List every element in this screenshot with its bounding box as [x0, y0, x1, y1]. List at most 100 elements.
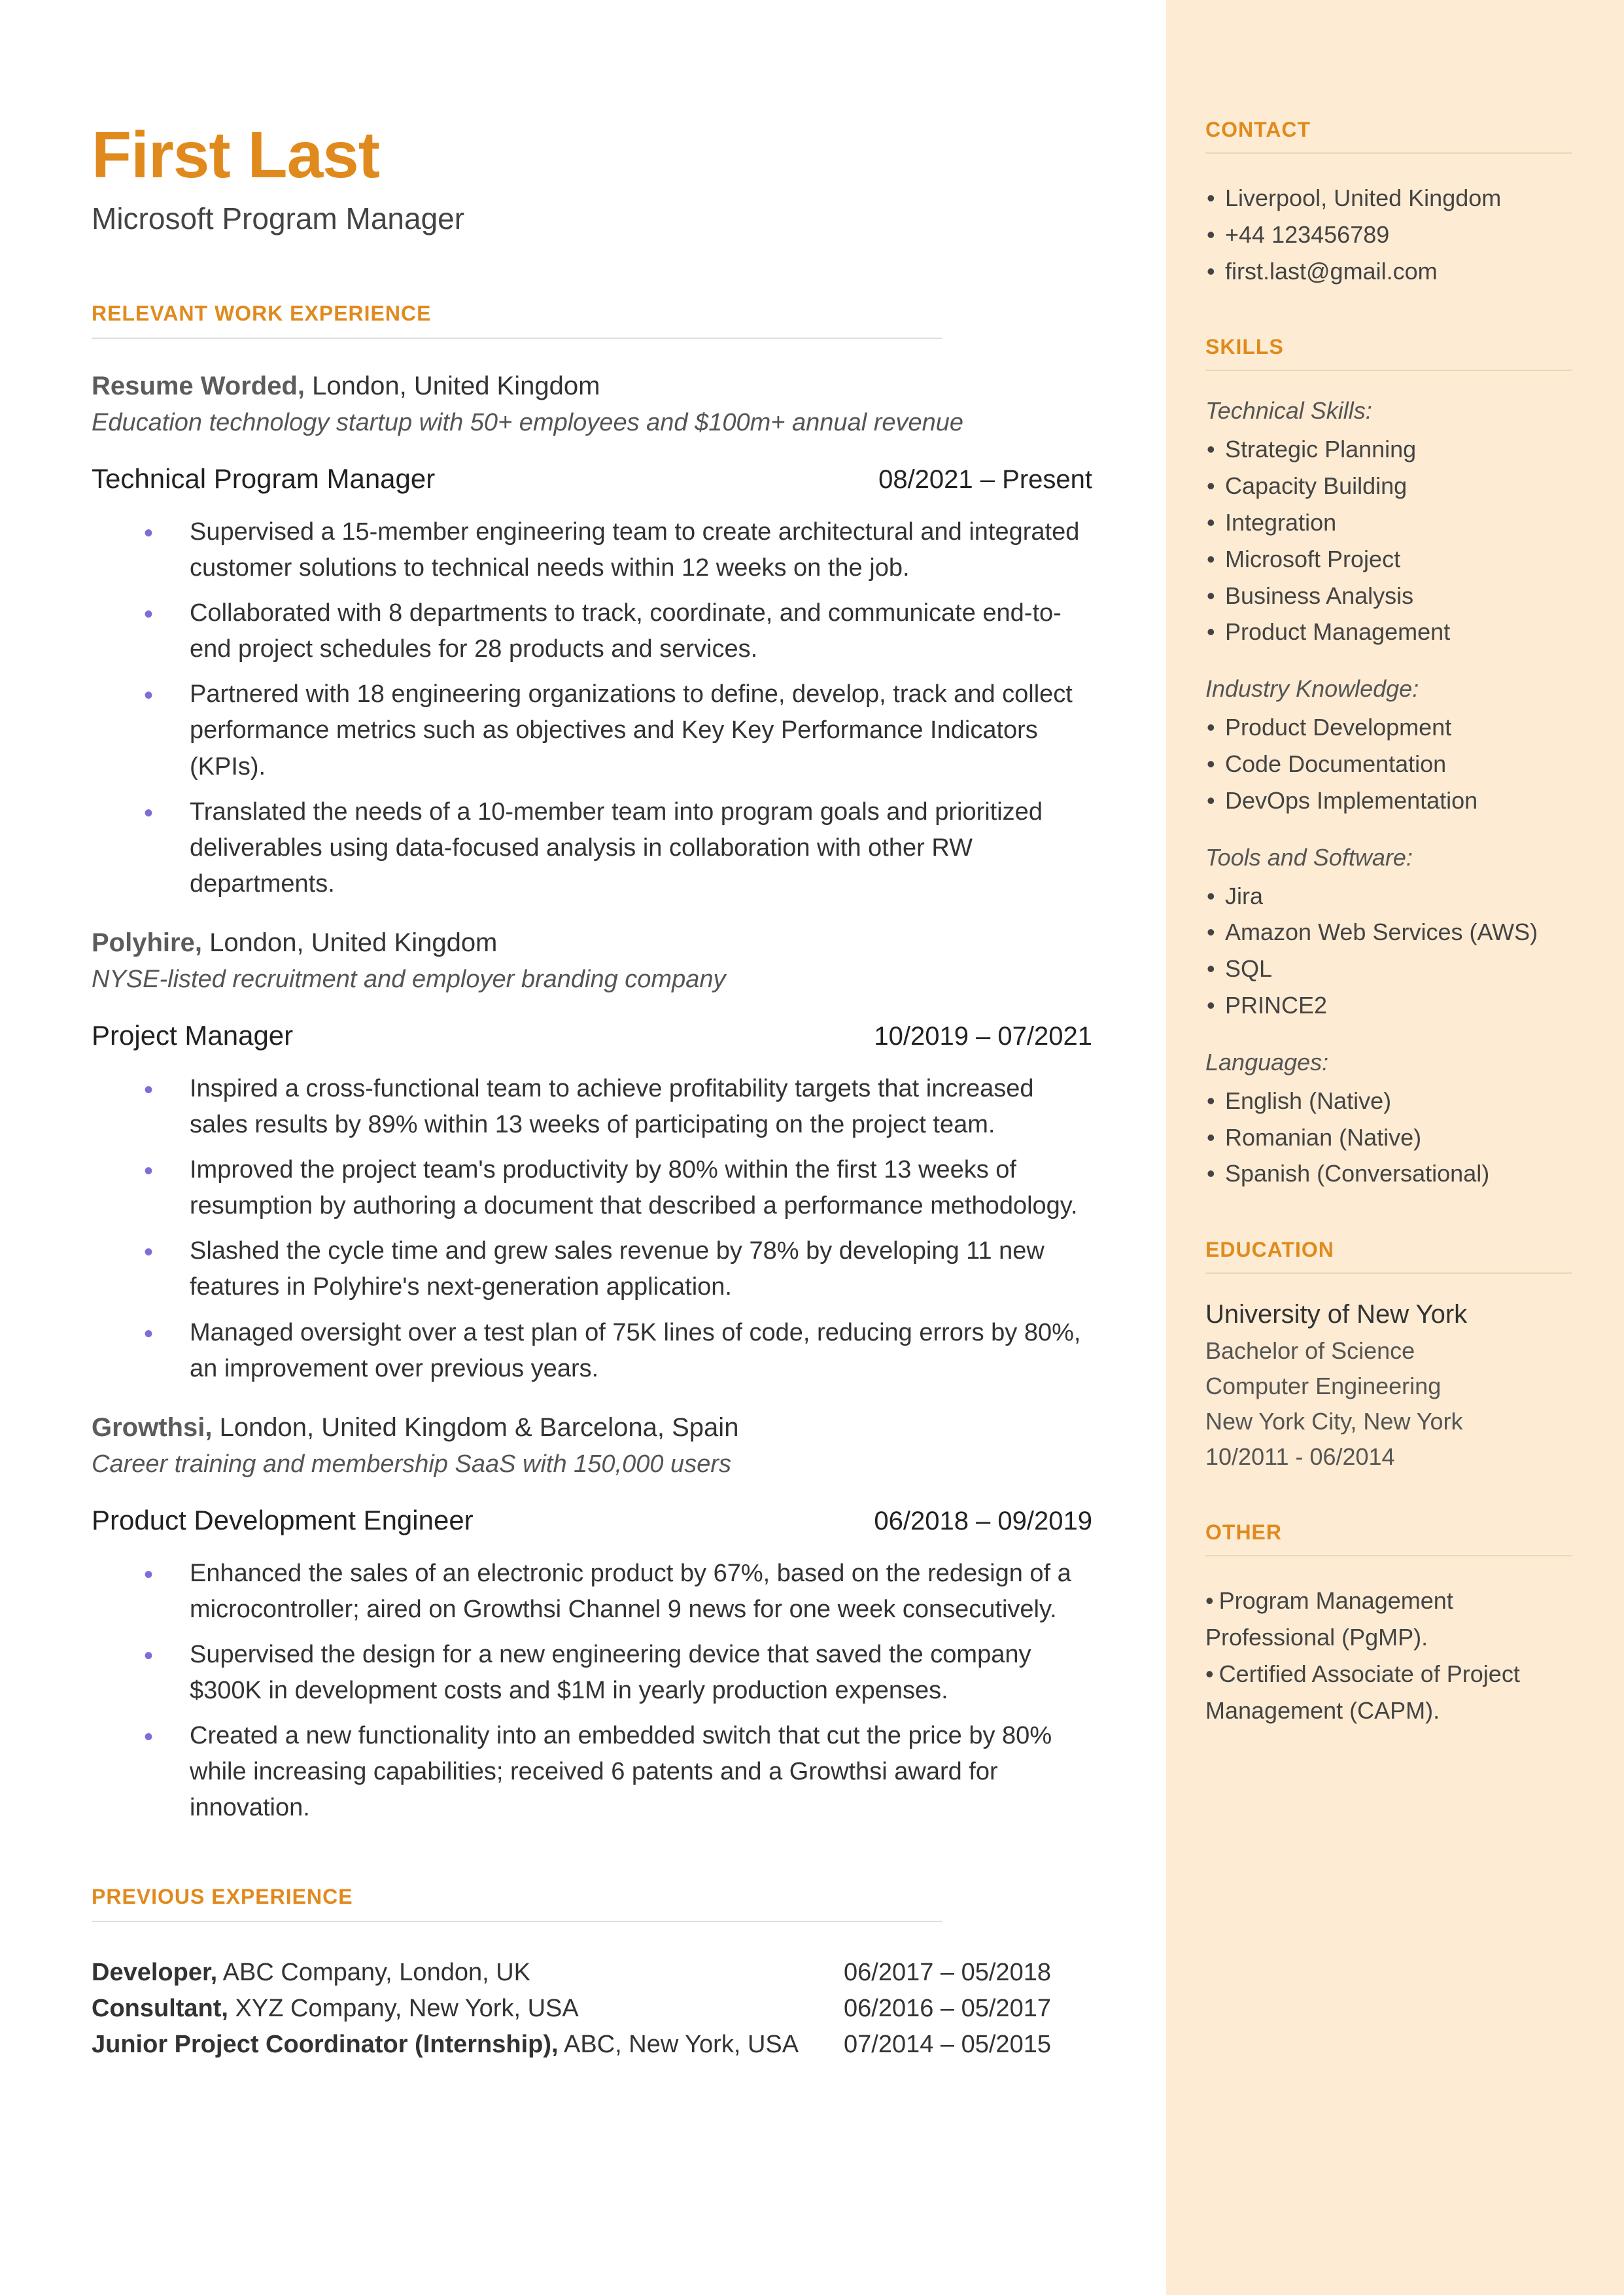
divider [92, 338, 942, 339]
employer-line: Growthsi, London, United Kingdom & Barce… [92, 1413, 1101, 1443]
skills-group-list: JiraAmazon Web Services (AWS)SQLPRINCE2 [1205, 878, 1572, 1024]
skills-group-list: English (Native)Romanian (Native)Spanish… [1205, 1083, 1572, 1192]
employer-description: NYSE-listed recruitment and employer bra… [92, 966, 1101, 994]
education-degree: Bachelor of Science [1205, 1333, 1572, 1369]
divider [1205, 1272, 1572, 1274]
previous-row: Developer, ABC Company, London, UK 06/201… [92, 1955, 1092, 1991]
skill-item: Business Analysis [1205, 578, 1572, 614]
job-bullet: Translated the needs of a 10-member team… [92, 794, 1092, 902]
skill-item: DevOps Implementation [1205, 782, 1572, 819]
divider [1205, 370, 1572, 371]
job-bullet: Supervised the design for a new engineer… [92, 1637, 1092, 1709]
job-bullets: Supervised a 15-member engineering team … [92, 514, 1092, 902]
skill-item: English (Native) [1205, 1083, 1572, 1119]
contact-item: Liverpool, United Kingdom [1205, 180, 1572, 217]
skills-group-title: Tools and Software: [1205, 844, 1572, 871]
job-entry: Polyhire, London, United Kingdom NYSE-lis… [92, 928, 1101, 1387]
other-item: •Program Management Professional (PgMP). [1205, 1583, 1572, 1656]
previous-rest: ABC Company, London, UK [217, 1959, 530, 1986]
other-text: Program Management Professional (PgMP). [1205, 1587, 1453, 1651]
job-dates: 10/2019 – 07/2021 [874, 1022, 1092, 1051]
skills-group-title: Languages: [1205, 1049, 1572, 1076]
job-bullet: Partnered with 18 engineering organizati… [92, 676, 1092, 784]
contact-item: +44 123456789 [1205, 217, 1572, 253]
other-container: •Program Management Professional (PgMP).… [1205, 1583, 1572, 1728]
skill-item: Jira [1205, 878, 1572, 915]
job-role: Product Development Engineer [92, 1505, 474, 1536]
employer-name: Resume Worded, [92, 372, 305, 400]
previous-experience-heading: PREVIOUS EXPERIENCE [92, 1885, 1101, 1909]
previous-rest: ABC, New York, USA [559, 2031, 799, 2058]
bullet-icon: • [1205, 1660, 1214, 1687]
main-column: First Last Microsoft Program Manager REL… [0, 0, 1166, 2295]
other-item: •Certified Associate of Project Manageme… [1205, 1656, 1572, 1729]
skill-item: Integration [1205, 504, 1572, 541]
education-location: New York City, New York [1205, 1404, 1572, 1439]
employer-name: Growthsi, [92, 1413, 212, 1442]
previous-dates: 07/2014 – 05/2015 [844, 2031, 1092, 2059]
divider [1205, 1555, 1572, 1556]
job-bullet: Improved the project team's productivity… [92, 1152, 1092, 1224]
divider [92, 1921, 942, 1922]
skills-group-list: Product DevelopmentCode DocumentationDev… [1205, 709, 1572, 818]
previous-dates: 06/2017 – 05/2018 [844, 1959, 1092, 1987]
employer-location: London, United Kingdom [202, 928, 497, 957]
previous-jobs-table: Developer, ABC Company, London, UK 06/201… [92, 1955, 1092, 2063]
skill-item: Product Development [1205, 709, 1572, 746]
education-dates: 10/2011 - 06/2014 [1205, 1439, 1572, 1475]
job-bullets: Inspired a cross-functional team to achi… [92, 1071, 1092, 1387]
skills-heading: SKILLS [1205, 335, 1572, 359]
skill-item: Microsoft Project [1205, 541, 1572, 578]
skills-group-title: Technical Skills: [1205, 397, 1572, 425]
job-dates: 06/2018 – 09/2019 [874, 1507, 1092, 1536]
contact-list: Liverpool, United Kingdom+44 123456789fi… [1205, 180, 1572, 289]
employer-name: Polyhire, [92, 928, 202, 957]
previous-title: Consultant, [92, 1995, 228, 2022]
jobs-container: Resume Worded, London, United Kingdom Edu… [92, 372, 1101, 1826]
previous-left: Consultant, XYZ Company, New York, USA [92, 1995, 844, 2023]
employer-description: Career training and membership SaaS with… [92, 1450, 1101, 1479]
education-school: University of New York [1205, 1300, 1572, 1329]
job-entry: Resume Worded, London, United Kingdom Edu… [92, 372, 1101, 902]
previous-left: Junior Project Coordinator (Internship),… [92, 2031, 844, 2059]
other-heading: OTHER [1205, 1520, 1572, 1545]
role-row: Project Manager 10/2019 – 07/2021 [92, 1020, 1092, 1051]
job-bullet: Slashed the cycle time and grew sales re… [92, 1233, 1092, 1305]
education-field: Computer Engineering [1205, 1369, 1572, 1404]
previous-title: Junior Project Coordinator (Internship), [92, 2031, 559, 2058]
skill-item: Amazon Web Services (AWS) [1205, 914, 1572, 951]
job-role: Project Manager [92, 1020, 293, 1051]
skill-item: Romanian (Native) [1205, 1119, 1572, 1156]
education-heading: EDUCATION [1205, 1238, 1572, 1262]
candidate-title: Microsoft Program Manager [92, 201, 1101, 236]
bullet-icon: • [1205, 1587, 1214, 1614]
job-dates: 08/2021 – Present [878, 465, 1092, 495]
contact-item: first.last@gmail.com [1205, 253, 1572, 290]
skill-item: PRINCE2 [1205, 987, 1572, 1024]
candidate-name: First Last [92, 118, 1101, 193]
employer-location: London, United Kingdom [305, 372, 600, 400]
skill-item: Spanish (Conversational) [1205, 1155, 1572, 1192]
resume-page: First Last Microsoft Program Manager REL… [0, 0, 1624, 2295]
skill-item: Code Documentation [1205, 746, 1572, 782]
employer-location: London, United Kingdom & Barcelona, Spai… [212, 1413, 738, 1442]
employer-line: Resume Worded, London, United Kingdom [92, 372, 1101, 401]
sidebar: CONTACT Liverpool, United Kingdom+44 123… [1166, 0, 1624, 2295]
skill-item: SQL [1205, 951, 1572, 987]
previous-title: Developer, [92, 1959, 217, 1986]
divider [1205, 152, 1572, 154]
job-bullets: Enhanced the sales of an electronic prod… [92, 1556, 1092, 1827]
employer-line: Polyhire, London, United Kingdom [92, 928, 1101, 958]
previous-dates: 06/2016 – 05/2017 [844, 1995, 1092, 2023]
job-role: Technical Program Manager [92, 463, 435, 495]
skills-group-list: Strategic PlanningCapacity BuildingInteg… [1205, 431, 1572, 650]
job-bullet: Enhanced the sales of an electronic prod… [92, 1556, 1092, 1628]
skill-item: Capacity Building [1205, 468, 1572, 504]
skill-item: Product Management [1205, 614, 1572, 650]
work-experience-heading: RELEVANT WORK EXPERIENCE [92, 302, 1101, 326]
job-entry: Growthsi, London, United Kingdom & Barce… [92, 1413, 1101, 1827]
job-bullet: Supervised a 15-member engineering team … [92, 514, 1092, 586]
job-bullet: Created a new functionality into an embe… [92, 1718, 1092, 1826]
employer-description: Education technology startup with 50+ em… [92, 409, 1101, 437]
skills-container: Technical Skills: Strategic PlanningCapac… [1205, 397, 1572, 1192]
